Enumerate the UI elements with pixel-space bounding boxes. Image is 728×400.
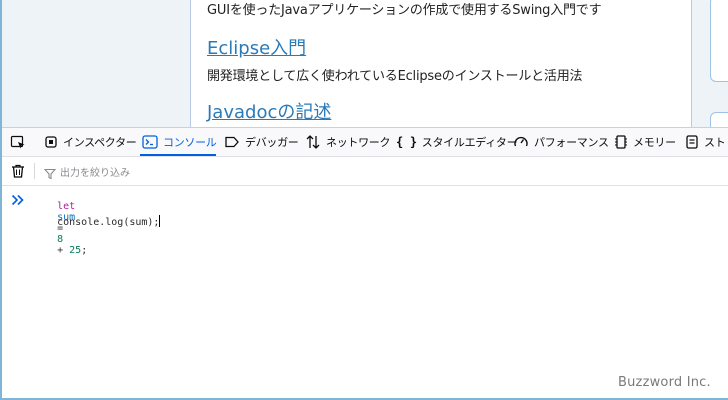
tab-performance[interactable]: パフォーマンス	[513, 128, 609, 156]
style-editor-icon: { }	[396, 135, 417, 149]
webpage-viewport[interactable]: GUIを使ったJavaアプリケーションの作成で使用するSwing入門です Ecl…	[2, 0, 728, 127]
console-prompt-icon	[11, 191, 25, 210]
tab-label: パフォーマンス	[534, 136, 609, 149]
tab-style-editor[interactable]: { } スタイルエディター	[396, 128, 518, 156]
link-eclipse[interactable]: Eclipse入門	[207, 34, 306, 60]
eclipse-description: 開発環境として広く使われているEclipseのインストールと活用法	[207, 69, 583, 84]
sidebar-card	[710, 0, 728, 82]
tab-label: スト	[704, 136, 726, 149]
tab-memory[interactable]: メモリー	[614, 128, 676, 156]
clear-console-button[interactable]	[10, 163, 26, 183]
pick-element-button[interactable]	[10, 128, 31, 156]
tab-label: メモリー	[633, 136, 676, 149]
tab-label: デバッガー	[245, 136, 299, 149]
console-filter-bar: 出力を絞り込み	[2, 157, 728, 186]
tab-inspector[interactable]: インスペクター	[44, 128, 137, 156]
link-javadoc[interactable]: Javadocの記述	[207, 98, 331, 124]
tab-network[interactable]: ネットワーク	[305, 128, 391, 156]
tab-storage[interactable]: スト	[685, 128, 726, 156]
network-icon	[306, 135, 320, 149]
active-tab-indicator	[140, 154, 216, 156]
tab-debugger[interactable]: デバッガー	[224, 128, 299, 156]
toolbar-divider	[34, 163, 35, 179]
memory-icon	[615, 135, 627, 149]
trash-icon	[12, 164, 24, 178]
inspector-icon	[45, 136, 57, 148]
filter-icon	[43, 165, 57, 184]
code-number: 25	[69, 245, 82, 256]
tab-label: スタイルエディター	[421, 136, 518, 149]
pick-element-icon	[10, 135, 25, 149]
console-icon	[142, 135, 158, 149]
performance-icon	[514, 136, 528, 147]
sidebar-card-lower	[710, 112, 728, 127]
console-input-line-2[interactable]: console.log(sum);	[33, 204, 161, 239]
filter-output-input[interactable]: 出力を絞り込み	[60, 164, 130, 179]
watermark: Buzzword Inc.	[618, 375, 711, 390]
code-text: console.log(sum);	[57, 217, 160, 228]
intro-description: GUIを使ったJavaアプリケーションの作成で使用するSwing入門です	[207, 3, 602, 18]
devtools-panel: インスペクター コンソール デバッガー ネットワーク { } スタイルエディター…	[2, 127, 728, 399]
tab-label: インスペクター	[63, 136, 137, 149]
storage-icon	[686, 135, 698, 149]
tab-label: ネットワーク	[326, 136, 391, 149]
tab-label: コンソール	[163, 136, 217, 149]
debugger-icon	[225, 136, 239, 148]
code-semicolon: ;	[81, 245, 88, 256]
devtools-tabbar: インスペクター コンソール デバッガー ネットワーク { } スタイルエディター…	[2, 128, 728, 157]
tab-console[interactable]: コンソール	[142, 128, 217, 156]
text-cursor	[159, 215, 161, 227]
